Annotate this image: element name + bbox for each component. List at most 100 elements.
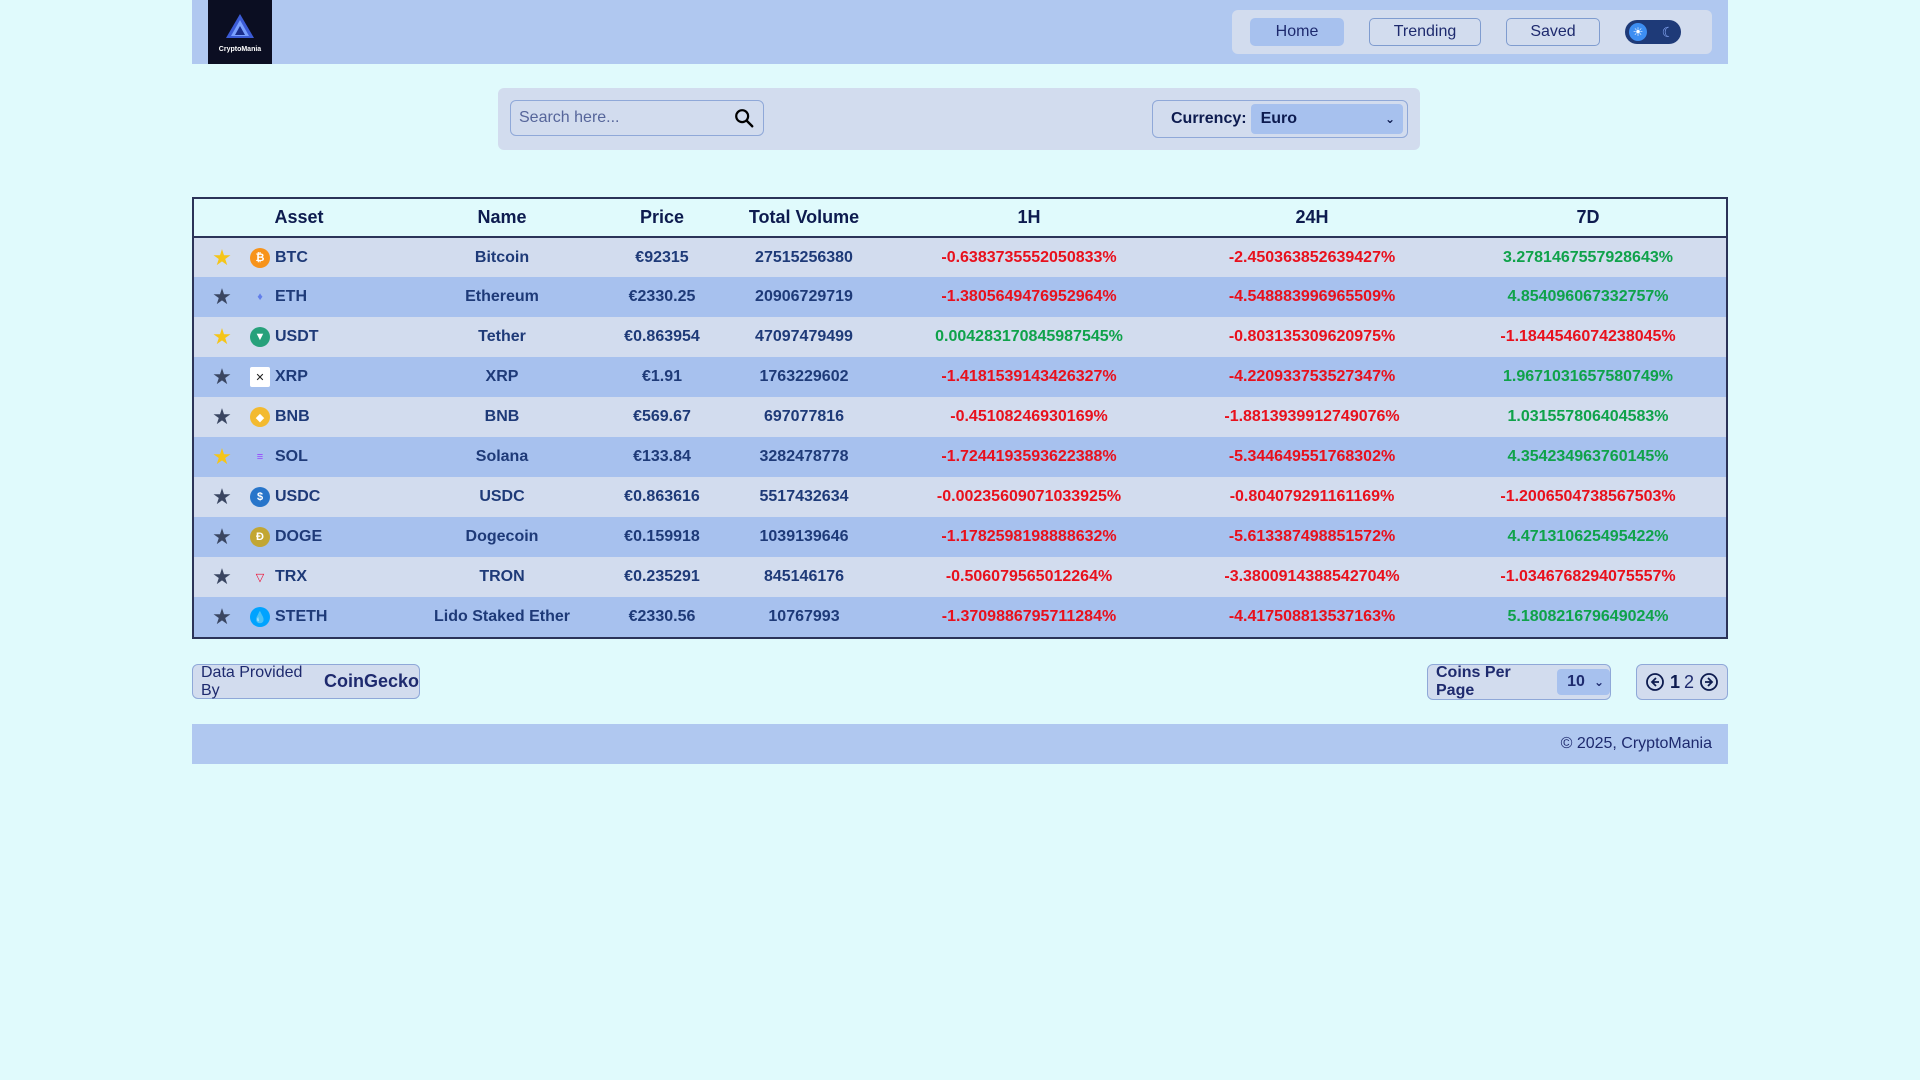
header-price: Price — [600, 199, 724, 238]
change-1h: -0.506079565012264% — [884, 557, 1174, 597]
search-icon[interactable] — [733, 107, 755, 129]
bnb-icon: ◆ — [250, 407, 270, 427]
coin-volume: 3282478778 — [724, 437, 884, 477]
asset-cell: ★ ✕ XRP — [194, 357, 404, 397]
coin-name: Bitcoin — [404, 237, 600, 277]
app-root: CryptoMania Home Trending Saved ☀ ☾ Curr… — [192, 0, 1728, 764]
currency-select[interactable]: Euro ⌄ — [1250, 104, 1403, 134]
coin-name: BNB — [404, 397, 600, 437]
star-icon[interactable]: ★ — [194, 564, 250, 590]
nav-saved-button[interactable]: Saved — [1506, 18, 1600, 46]
table-row[interactable]: ★ ♦ ETH Ethereum €2330.25 20906729719 -1… — [194, 277, 1726, 317]
star-icon[interactable]: ★ — [194, 484, 250, 510]
header-1h: 1H — [884, 199, 1174, 238]
tron-icon: ▽ — [255, 571, 265, 584]
change-24h: -0.803135309620975% — [1174, 317, 1450, 357]
coin-price: €1.91 — [600, 357, 724, 397]
prev-page-icon[interactable] — [1645, 672, 1665, 692]
coin-price: €133.84 — [600, 437, 724, 477]
coin-price: €569.67 — [600, 397, 724, 437]
asset-cell: ★ ♦ ETH — [194, 277, 404, 317]
table-row[interactable]: ★ ▼ USDT Tether €0.863954 47097479499 0.… — [194, 317, 1726, 357]
ethereum-icon: ♦ — [257, 291, 263, 303]
page-2-button[interactable]: 2 — [1684, 672, 1694, 693]
asset-symbol: STETH — [275, 608, 328, 625]
asset-symbol: TRX — [275, 568, 307, 585]
change-24h: -4.417508813537163% — [1174, 597, 1450, 637]
page-1-button[interactable]: 1 — [1670, 672, 1680, 693]
coin-volume: 20906729719 — [724, 277, 884, 317]
change-7d: -1.0346768294075557% — [1450, 557, 1726, 597]
steth-icon: 💧 — [250, 607, 270, 627]
star-icon[interactable]: ★ — [194, 444, 250, 470]
table-row[interactable]: ★ ₿ BTC Bitcoin €92315 27515256380 -0.63… — [194, 237, 1726, 277]
app-logo[interactable]: CryptoMania — [208, 0, 272, 64]
star-icon[interactable]: ★ — [194, 404, 250, 430]
coin-name: Solana — [404, 437, 600, 477]
star-icon[interactable]: ★ — [194, 245, 250, 271]
currency-label: Currency: — [1171, 110, 1247, 127]
coin-table: Asset Name Price Total Volume 1H 24H 7D … — [192, 197, 1728, 639]
change-7d: 4.854096067332757% — [1450, 277, 1726, 317]
change-1h: -0.00235609071033925% — [884, 477, 1174, 517]
dogecoin-icon: Ð — [250, 527, 270, 547]
coins-per-page: Coins Per Page 10 ⌄ — [1427, 664, 1611, 700]
star-icon[interactable]: ★ — [194, 324, 250, 350]
header-7d: 7D — [1450, 199, 1726, 238]
coin-price: €0.863954 — [600, 317, 724, 357]
table-row[interactable]: ★ ◆ BNB BNB €569.67 697077816 -0.4510824… — [194, 397, 1726, 437]
site-footer: © 2025, CryptoMania — [192, 724, 1728, 764]
change-7d: 1.031557806404583% — [1450, 397, 1726, 437]
change-1h: -0.6383735552050833% — [884, 237, 1174, 277]
coin-price: €2330.56 — [600, 597, 724, 637]
search-box — [510, 100, 764, 136]
per-page-label: Coins Per Page — [1436, 664, 1511, 699]
star-icon[interactable]: ★ — [194, 284, 250, 310]
coin-volume: 47097479499 — [724, 317, 884, 357]
coingecko-link[interactable]: CoinGecko — [324, 671, 419, 692]
theme-toggle[interactable]: ☀ ☾ — [1625, 20, 1681, 44]
table-row[interactable]: ★ 💧 STETH Lido Staked Ether €2330.56 107… — [194, 597, 1726, 637]
asset-symbol: SOL — [275, 448, 308, 465]
star-icon[interactable]: ★ — [194, 604, 250, 630]
table-row[interactable]: ★ ≡ SOL Solana €133.84 3282478778 -1.724… — [194, 437, 1726, 477]
change-7d: 5.180821679649024% — [1450, 597, 1726, 637]
change-24h: -4.548883996965509% — [1174, 277, 1450, 317]
provider-prefix: Data Provided By — [201, 663, 303, 699]
usdc-icon: $ — [250, 487, 270, 507]
tether-icon: ▼ — [250, 327, 270, 347]
change-7d: 3.2781467557928643% — [1450, 237, 1726, 277]
asset-cell: ★ $ USDC — [194, 477, 404, 517]
change-7d: -1.1844546074238045% — [1450, 317, 1726, 357]
coin-price: €0.235291 — [600, 557, 724, 597]
coin-price: €2330.25 — [600, 277, 724, 317]
table-row[interactable]: ★ ✕ XRP XRP €1.91 1763229602 -1.41815391… — [194, 357, 1726, 397]
star-icon[interactable]: ★ — [194, 364, 250, 390]
coin-name: XRP — [404, 357, 600, 397]
table-row[interactable]: ★ ▽ TRX TRON €0.235291 845146176 -0.5060… — [194, 557, 1726, 597]
nav-home-button[interactable]: Home — [1250, 18, 1344, 46]
coin-name: USDC — [404, 477, 600, 517]
asset-symbol: USDC — [275, 488, 321, 505]
chevron-down-icon: ⌄ — [1384, 112, 1395, 126]
xrp-icon: ✕ — [250, 367, 270, 387]
coin-price: €92315 — [600, 237, 724, 277]
coin-price: €0.863616 — [600, 477, 724, 517]
bitcoin-icon: ₿ — [250, 247, 270, 268]
per-page-select[interactable]: 10 ⌄ — [1557, 669, 1610, 695]
solana-icon: ≡ — [256, 451, 264, 463]
next-page-icon[interactable] — [1699, 672, 1719, 692]
search-input[interactable] — [519, 109, 733, 127]
table-body: ★ ₿ BTC Bitcoin €92315 27515256380 -0.63… — [194, 237, 1726, 637]
nav-trending-button[interactable]: Trending — [1369, 18, 1481, 46]
change-1h: -1.7244193593622388% — [884, 437, 1174, 477]
change-24h: -2.450363852639427% — [1174, 237, 1450, 277]
table-row[interactable]: ★ $ USDC USDC €0.863616 5517432634 -0.00… — [194, 477, 1726, 517]
change-24h: -5.344649551768302% — [1174, 437, 1450, 477]
table-row[interactable]: ★ Ð DOGE Dogecoin €0.159918 1039139646 -… — [194, 517, 1726, 557]
change-1h: -0.45108246930169% — [884, 397, 1174, 437]
coin-name: TRON — [404, 557, 600, 597]
coin-volume: 845146176 — [724, 557, 884, 597]
star-icon[interactable]: ★ — [194, 524, 250, 550]
coin-name: Ethereum — [404, 277, 600, 317]
